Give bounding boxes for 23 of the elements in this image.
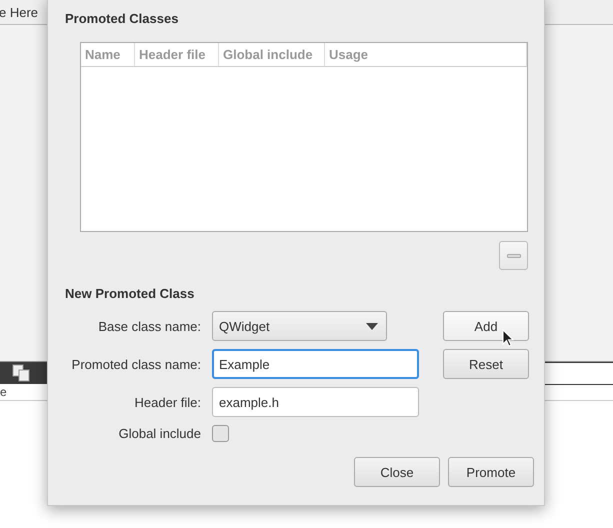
dropdown-arrow-icon — [366, 322, 378, 330]
text-field[interactable]: Example — [212, 349, 419, 379]
documents-icon — [12, 364, 30, 382]
action-button[interactable]: Add — [443, 311, 529, 341]
combo-box[interactable]: QWidget — [212, 311, 387, 341]
column-header: Header file — [135, 43, 219, 66]
column-header: Usage — [325, 43, 527, 66]
minus-icon — [506, 254, 520, 258]
column-header: Name — [81, 43, 135, 66]
field-label: Header file: — [134, 394, 201, 410]
action-button[interactable]: Reset — [443, 349, 529, 379]
field-label: Promoted class name: — [72, 356, 201, 372]
field-label: Global include — [118, 426, 201, 441]
dialog-button[interactable]: Promote — [448, 457, 534, 487]
mouse-cursor-icon — [502, 329, 514, 347]
section-title: New Promoted Class — [65, 286, 196, 301]
section-title: Promoted Classes — [65, 11, 180, 26]
column-header: Global include — [219, 43, 325, 66]
dialog-button[interactable]: Close — [354, 457, 440, 487]
text-field[interactable]: example.h — [212, 387, 419, 417]
panel-label: e — [0, 385, 7, 399]
checkbox[interactable] — [212, 425, 229, 442]
field-label: Base class name: — [98, 318, 201, 334]
